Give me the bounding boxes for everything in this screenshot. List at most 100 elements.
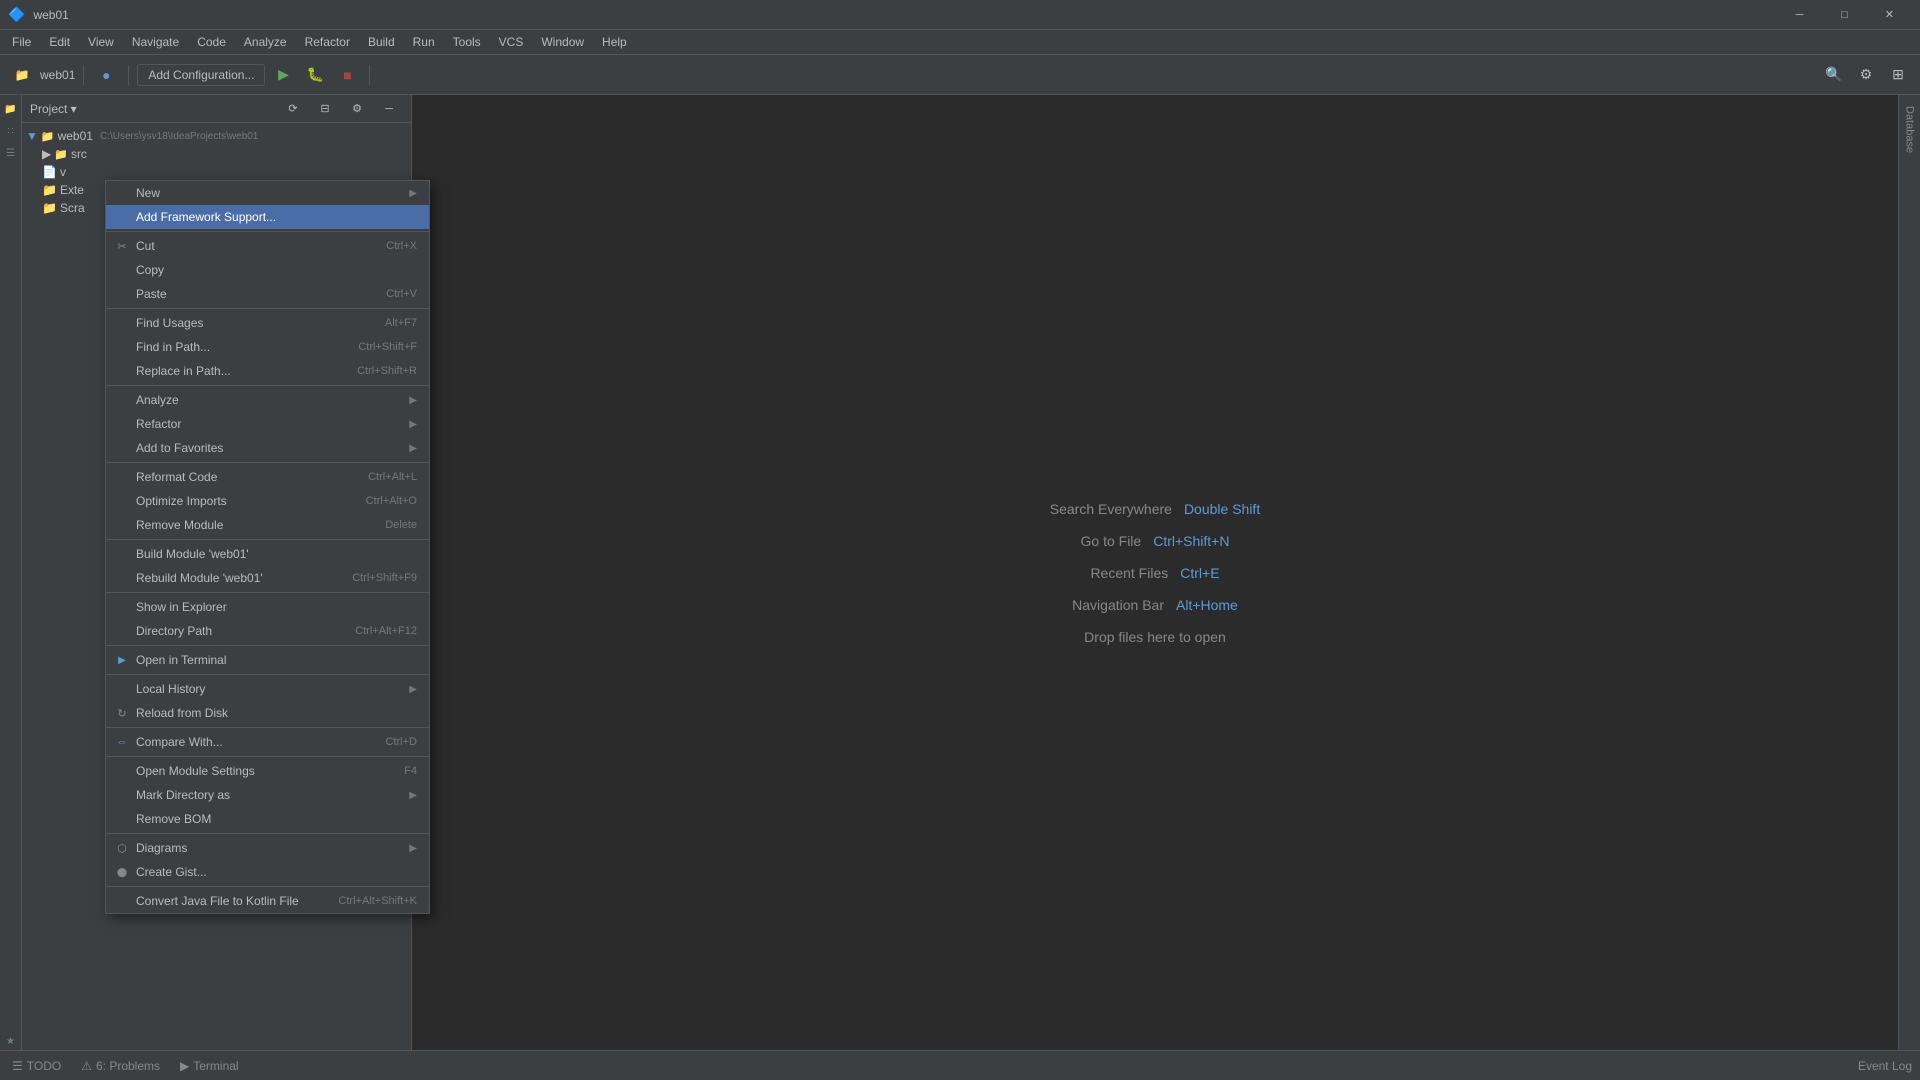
maximize-button[interactable]: □ (1822, 0, 1867, 30)
ctx-compare-with[interactable]: ⇔ Compare With... Ctrl+D (106, 730, 429, 754)
run-button[interactable]: ▶ (269, 61, 297, 89)
database-label[interactable]: Database (1902, 100, 1918, 159)
ctx-convert-java[interactable]: Convert Java File to Kotlin File Ctrl+Al… (106, 889, 429, 913)
toolbar-layout[interactable]: ⊞ (1884, 61, 1912, 89)
todo-icon: ☰ (12, 1059, 23, 1073)
minimize-button[interactable]: ─ (1777, 0, 1822, 30)
ctx-create-gist[interactable]: ⬤ Create Gist... (106, 860, 429, 884)
ctx-directory-path[interactable]: Directory Path Ctrl+Alt+F12 (106, 619, 429, 643)
menu-window[interactable]: Window (533, 33, 592, 51)
recent-files-key: Ctrl+E (1180, 565, 1219, 581)
ctx-new[interactable]: New ▶ (106, 181, 429, 205)
sidebar-icon-3[interactable]: ☰ (2, 144, 20, 162)
ctx-diagrams[interactable]: ⬡ Diagrams ▶ (106, 836, 429, 860)
ctx-mark-directory-as[interactable]: Mark Directory as ▶ (106, 783, 429, 807)
project-settings-icon[interactable]: ⚙ (343, 95, 371, 123)
ctx-sep-4 (106, 462, 429, 463)
ctx-optimize-imports[interactable]: Optimize Imports Ctrl+Alt+O (106, 489, 429, 513)
tree-expand-icon: ▼ (26, 129, 38, 143)
menu-navigate[interactable]: Navigate (124, 33, 187, 51)
terminal-icon: ▶ (180, 1059, 189, 1073)
tree-exte-label: Exte (60, 183, 84, 197)
ctx-convert-java-label: Convert Java File to Kotlin File (136, 894, 299, 908)
ctx-paste[interactable]: Paste Ctrl+V (106, 282, 429, 306)
ctx-open-in-terminal-label: Open in Terminal (136, 653, 227, 667)
ctx-remove-bom[interactable]: Remove BOM (106, 807, 429, 831)
ctx-open-module-settings-icon (114, 763, 130, 779)
ctx-local-history-icon (114, 681, 130, 697)
project-sync-icon[interactable]: ⟳ (279, 95, 307, 123)
ctx-add-to-favorites[interactable]: Add to Favorites ▶ (106, 436, 429, 460)
menu-run[interactable]: Run (405, 33, 443, 51)
tree-scra-icon: 📁 (42, 201, 57, 215)
shortcut-row-recent-files: Recent Files Ctrl+E (1090, 565, 1219, 581)
stop-button[interactable]: ■ (333, 61, 361, 89)
toolbar-search[interactable]: 🔍 (1820, 61, 1848, 89)
menu-analyze[interactable]: Analyze (236, 33, 295, 51)
ctx-sep-12 (106, 886, 429, 887)
ctx-reload-from-disk-label: Reload from Disk (136, 706, 228, 720)
tree-root[interactable]: ▼ 📁 web01 C:\Users\ysv18\IdeaProjects\we… (22, 127, 411, 145)
menu-code[interactable]: Code (189, 33, 234, 51)
toolbar-btn-1[interactable]: ● (92, 61, 120, 89)
menu-edit[interactable]: Edit (41, 33, 78, 51)
sidebar-project-icon[interactable]: 📁 (2, 100, 20, 118)
close-button[interactable]: ✕ (1867, 0, 1912, 30)
project-close-icon[interactable]: ─ (375, 95, 403, 123)
tree-root-path: C:\Users\ysv18\IdeaProjects\web01 (100, 131, 258, 142)
sidebar-icon-4[interactable]: ★ (2, 1032, 20, 1050)
tree-root-label: web01 (58, 129, 93, 143)
project-collapse-icon[interactable]: ⊟ (311, 95, 339, 123)
ctx-open-in-terminal[interactable]: ▶ Open in Terminal (106, 648, 429, 672)
menu-refactor[interactable]: Refactor (297, 33, 358, 51)
add-configuration-button[interactable]: Add Configuration... (137, 64, 265, 86)
menu-help[interactable]: Help (594, 33, 635, 51)
navigation-bar-label: Navigation Bar (1072, 597, 1164, 613)
ctx-show-in-explorer[interactable]: Show in Explorer (106, 595, 429, 619)
menu-vcs[interactable]: VCS (491, 33, 532, 51)
ctx-analyze[interactable]: Analyze ▶ (106, 388, 429, 412)
ctx-add-framework[interactable]: Add Framework Support... (106, 205, 429, 229)
sidebar-icon-2[interactable]: ∷ (2, 122, 20, 140)
ctx-build-module[interactable]: Build Module 'web01' (106, 542, 429, 566)
debug-button[interactable]: 🐛 (301, 61, 329, 89)
recent-files-label: Recent Files (1090, 565, 1168, 581)
menu-view[interactable]: View (80, 33, 122, 51)
ctx-local-history[interactable]: Local History ▶ (106, 677, 429, 701)
tree-src[interactable]: ▶ 📁 src (22, 145, 411, 163)
ctx-reformat-code-label: Reformat Code (136, 470, 217, 484)
ctx-paste-icon (114, 286, 130, 302)
menu-build[interactable]: Build (360, 33, 403, 51)
shortcut-row-navigation-bar: Navigation Bar Alt+Home (1072, 597, 1238, 613)
ctx-replace-in-path[interactable]: Replace in Path... Ctrl+Shift+R (106, 359, 429, 383)
ctx-mark-directory-as-icon (114, 787, 130, 803)
event-log-label[interactable]: Event Log (1858, 1059, 1912, 1073)
ctx-find-usages[interactable]: Find Usages Alt+F7 (106, 311, 429, 335)
problems-label: 6: Problems (96, 1059, 160, 1073)
tree-v[interactable]: 📄 v (22, 163, 411, 181)
tab-problems[interactable]: ⚠ 6: Problems (77, 1059, 164, 1073)
ctx-rebuild-module[interactable]: Rebuild Module 'web01' Ctrl+Shift+F9 (106, 566, 429, 590)
ctx-reformat-code-icon (114, 469, 130, 485)
ctx-reformat-code[interactable]: Reformat Code Ctrl+Alt+L (106, 465, 429, 489)
ctx-copy[interactable]: Copy (106, 258, 429, 282)
tab-terminal[interactable]: ▶ Terminal (176, 1059, 243, 1073)
ctx-open-in-terminal-icon: ▶ (114, 652, 130, 668)
search-everywhere-key: Double Shift (1184, 501, 1260, 517)
ctx-directory-path-label: Directory Path (136, 624, 212, 638)
ctx-sep-10 (106, 756, 429, 757)
ctx-reload-from-disk[interactable]: ↻ Reload from Disk (106, 701, 429, 725)
menu-tools[interactable]: Tools (445, 33, 489, 51)
ctx-reload-from-disk-icon: ↻ (114, 705, 130, 721)
ctx-refactor[interactable]: Refactor ▶ (106, 412, 429, 436)
ctx-directory-path-icon (114, 623, 130, 639)
ctx-find-in-path[interactable]: Find in Path... Ctrl+Shift+F (106, 335, 429, 359)
toolbar-settings[interactable]: ⚙ (1852, 61, 1880, 89)
menu-file[interactable]: File (4, 33, 39, 51)
ctx-cut[interactable]: ✂ Cut Ctrl+X (106, 234, 429, 258)
ctx-remove-module[interactable]: Remove Module Delete (106, 513, 429, 537)
tree-expand-icon-src: ▶ (42, 147, 51, 161)
ctx-cut-icon: ✂ (114, 238, 130, 254)
tab-todo[interactable]: ☰ TODO (8, 1059, 65, 1073)
ctx-open-module-settings[interactable]: Open Module Settings F4 (106, 759, 429, 783)
